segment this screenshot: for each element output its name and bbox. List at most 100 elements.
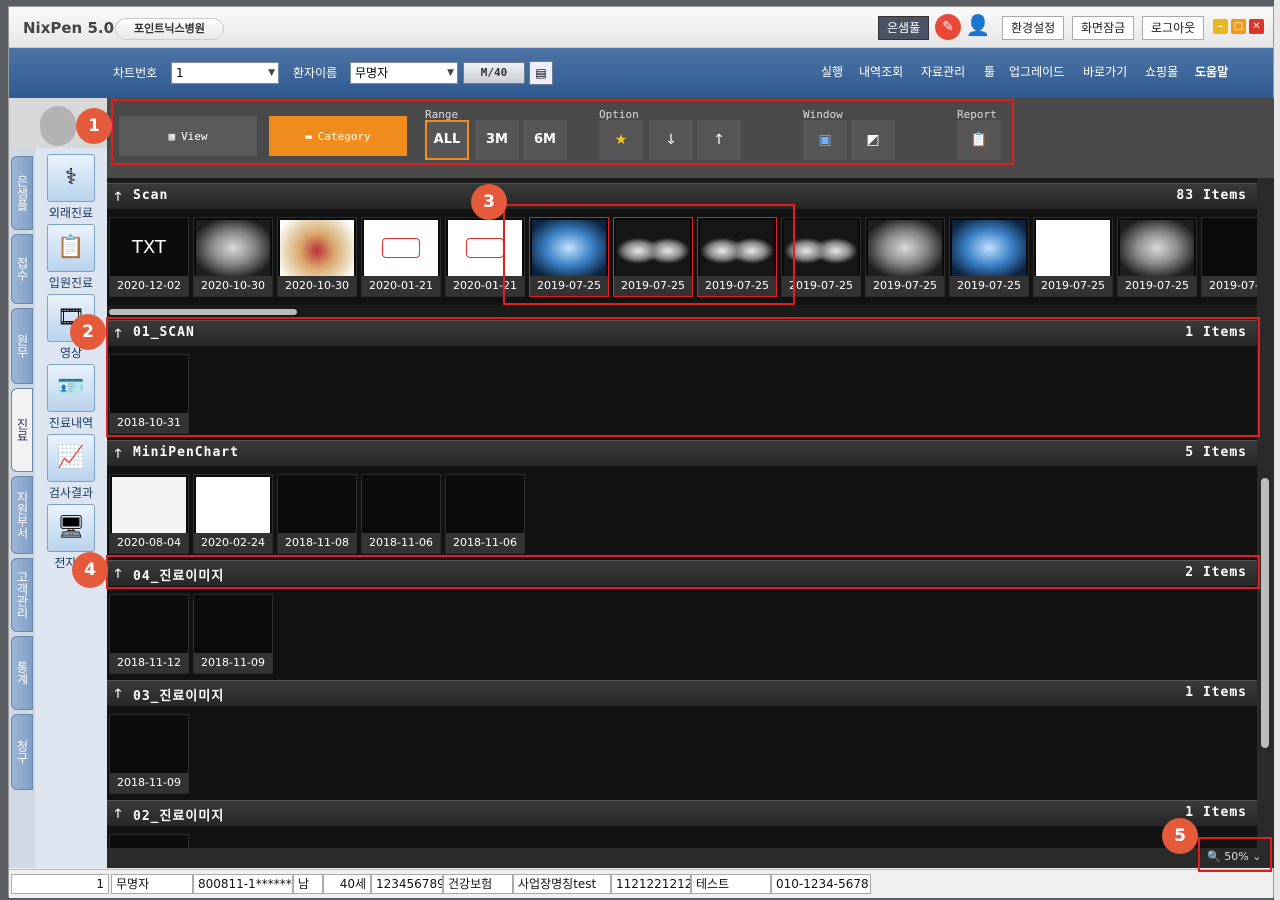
thumb-row-03-images: 2018-11-09 bbox=[107, 706, 1257, 802]
tab-stats[interactable]: 통계 bbox=[11, 636, 33, 710]
section-count: 1 Items bbox=[1185, 685, 1247, 700]
module-inpatient[interactable]: 📋 입원진료 bbox=[45, 224, 97, 291]
id-card-icon: 🪪 bbox=[47, 364, 95, 412]
section-header-02-images[interactable]: 🡑 02_진료이미지 1 Items bbox=[107, 800, 1257, 826]
link-icon[interactable]: ✎ bbox=[935, 14, 961, 40]
maximize-icon[interactable]: □ bbox=[1231, 19, 1246, 34]
menu-history[interactable]: 내역조회 bbox=[859, 63, 903, 80]
thumbnail[interactable]: 2018-11-09 bbox=[109, 714, 189, 794]
collapse-icon[interactable]: 🡑 bbox=[111, 806, 125, 820]
user-settings-icon[interactable]: 👤 bbox=[965, 13, 991, 41]
module-outpatient[interactable]: ⚕ 외래진료 bbox=[45, 154, 97, 221]
thumbnail[interactable]: 2019-07-25 bbox=[1201, 217, 1257, 297]
env-settings-button[interactable]: 환경설정 bbox=[1002, 16, 1065, 40]
horizontal-scrollbar[interactable] bbox=[109, 309, 297, 315]
thumbnail[interactable]: 2020-01-21 bbox=[361, 217, 441, 297]
menu-shop[interactable]: 쇼핑몰 bbox=[1145, 63, 1178, 80]
hospital-name: 포인트닉스병원 bbox=[115, 18, 224, 40]
tab-billing[interactable]: 청구 bbox=[11, 714, 33, 790]
thumb-date: 2020-08-04 bbox=[110, 533, 188, 553]
sketch-image bbox=[112, 477, 186, 533]
monitor-icon: 🖥 bbox=[47, 504, 95, 552]
vertical-scroll-thumb[interactable] bbox=[1261, 478, 1269, 748]
thumbnail[interactable]: 2019-07-25 bbox=[949, 217, 1029, 297]
module-label: 입원진료 bbox=[48, 276, 94, 290]
thumb-date: 2019-07-25 bbox=[1118, 276, 1196, 296]
logout-button[interactable]: 로그아웃 bbox=[1142, 16, 1205, 40]
document-image bbox=[1036, 220, 1110, 276]
patient-card-icon[interactable]: ▤ bbox=[529, 61, 553, 85]
status-rrn: 800811-1****** bbox=[193, 874, 293, 894]
status-test: 테스트 bbox=[691, 874, 771, 894]
module-label: 검사결과 bbox=[48, 486, 94, 500]
secret-sample-button[interactable]: 은샘풀 bbox=[878, 16, 930, 40]
patient-name-value: 무명자 bbox=[355, 66, 389, 80]
menu-upgrade[interactable]: 업그레이드 bbox=[1009, 63, 1064, 80]
collapse-icon[interactable]: 🡑 bbox=[111, 189, 125, 203]
app-title: NixPen 5.0 bbox=[23, 19, 115, 37]
thumbnail[interactable]: 2020-08-04 bbox=[109, 474, 189, 554]
status-age: 40세 bbox=[323, 874, 371, 894]
menu-run[interactable]: 실행 bbox=[821, 63, 843, 80]
empty-image bbox=[112, 597, 186, 653]
module-label: 외래진료 bbox=[48, 206, 94, 220]
thumbnail[interactable]: 2018-11-08 bbox=[277, 474, 357, 554]
module-history[interactable]: 🪪 진료내역 bbox=[45, 364, 97, 431]
document-image bbox=[364, 220, 438, 276]
tab-sample[interactable]: 은샘플 bbox=[11, 156, 33, 230]
vertical-tabs: 은샘플 접수 원무 진료 지원부서 고객관리 통계 청구 bbox=[9, 148, 35, 868]
status-sex: 남 bbox=[293, 874, 323, 894]
tab-treatment[interactable]: 진료 bbox=[11, 388, 33, 472]
thumbnail[interactable] bbox=[109, 834, 189, 848]
tab-admin[interactable]: 원무 bbox=[11, 308, 33, 384]
collapse-icon[interactable]: 🡑 bbox=[111, 686, 125, 700]
thumb-date: 2020-12-02 bbox=[110, 276, 188, 296]
chart-no-label: 차트번호 bbox=[113, 66, 158, 80]
section-header-minipenchart[interactable]: 🡑 MiniPenChart 5 Items bbox=[107, 440, 1257, 466]
stethoscope-icon: ⚕ bbox=[47, 154, 95, 202]
chevron-down-icon: ▼ bbox=[268, 68, 275, 78]
tab-customer[interactable]: 고객관리 bbox=[11, 558, 33, 632]
thumbnail[interactable]: 2020-10-30 bbox=[193, 217, 273, 297]
annotation-marker-2: 2 bbox=[70, 314, 106, 350]
annotation-box-5 bbox=[1198, 837, 1272, 872]
thumb-date: 2020-01-21 bbox=[362, 276, 440, 296]
annotation-box-2 bbox=[106, 317, 1260, 437]
thumb-date: 2019-07-25 bbox=[1034, 276, 1112, 296]
section-count: 1 Items bbox=[1185, 805, 1247, 820]
pulse-chart-icon: 📈 bbox=[47, 434, 95, 482]
empty-image bbox=[280, 477, 354, 533]
thumbnail[interactable]: 2018-11-06 bbox=[445, 474, 525, 554]
empty-image bbox=[196, 597, 270, 653]
tab-reception[interactable]: 접수 bbox=[11, 234, 33, 304]
thumbnail[interactable]: TXT 2020-12-02 bbox=[109, 217, 189, 297]
hand-xray-image bbox=[784, 220, 858, 276]
module-lab[interactable]: 📈 검사결과 bbox=[45, 434, 97, 501]
thumbnail[interactable]: 2018-11-06 bbox=[361, 474, 441, 554]
patient-name-select[interactable]: 무명자 ▼ bbox=[350, 62, 458, 84]
thumbnail[interactable]: 2018-11-12 bbox=[109, 594, 189, 674]
tab-support[interactable]: 지원부서 bbox=[11, 476, 33, 554]
thumbnail[interactable]: 2019-07-25 bbox=[865, 217, 945, 297]
avatar-head bbox=[40, 106, 76, 146]
thumbnail[interactable]: 2020-02-24 bbox=[193, 474, 273, 554]
xray-image bbox=[196, 220, 270, 276]
menu-help[interactable]: 도움말 bbox=[1195, 63, 1228, 80]
menu-shortcut[interactable]: 바로가기 bbox=[1083, 63, 1127, 80]
menu-data[interactable]: 자료관리 bbox=[921, 63, 965, 80]
screen-lock-button[interactable]: 화면잠금 bbox=[1072, 16, 1135, 40]
section-header-03-images[interactable]: 🡑 03_진료이미지 1 Items bbox=[107, 680, 1257, 706]
thumbnail[interactable]: 2019-07-25 bbox=[1033, 217, 1113, 297]
thumbnail[interactable]: 2019-07-25 bbox=[1117, 217, 1197, 297]
minimize-icon[interactable]: – bbox=[1213, 19, 1228, 34]
collapse-icon[interactable]: 🡑 bbox=[111, 446, 125, 460]
annotation-marker-4: 4 bbox=[72, 552, 108, 588]
close-icon[interactable]: ✕ bbox=[1249, 19, 1264, 34]
annotation-box-1 bbox=[111, 99, 1014, 165]
thumbnail[interactable]: 2020-10-30 bbox=[277, 217, 357, 297]
menu-tools[interactable]: 툴 bbox=[984, 63, 995, 80]
chart-no-select[interactable]: 1 ▼ bbox=[171, 62, 279, 84]
thumbnail[interactable]: 2018-11-09 bbox=[193, 594, 273, 674]
annotation-box-3 bbox=[503, 204, 795, 305]
section-title: MiniPenChart bbox=[133, 445, 239, 460]
